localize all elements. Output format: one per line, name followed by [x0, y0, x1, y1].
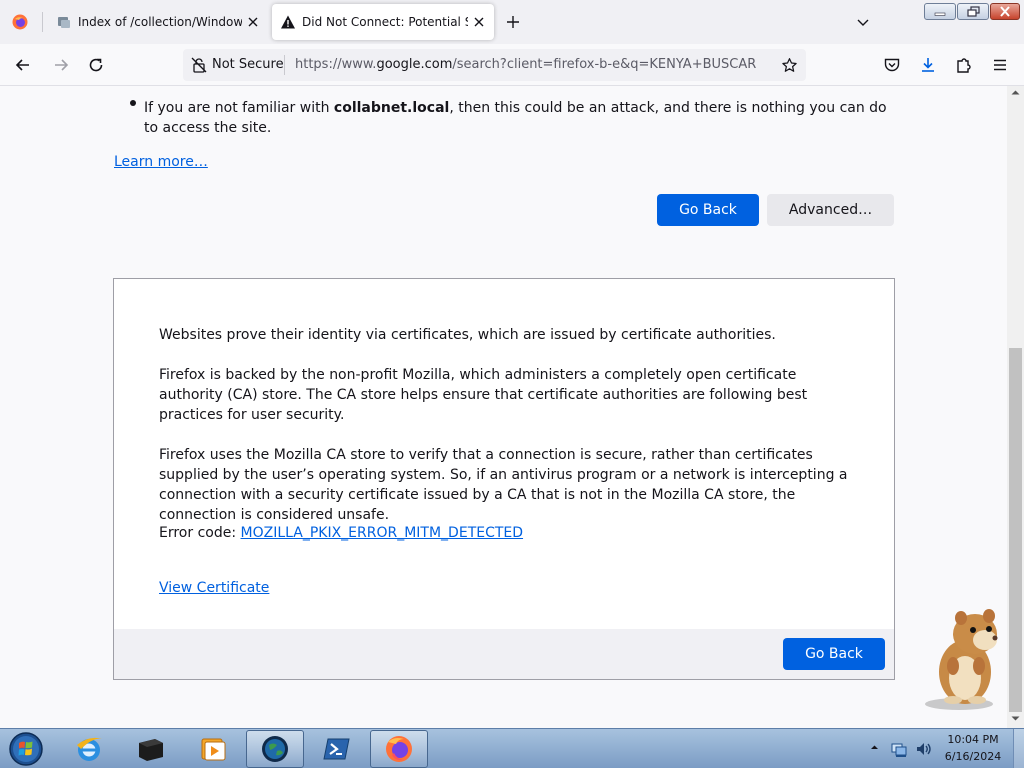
view-certificate-link[interactable]: View Certificate: [159, 580, 269, 596]
go-back-button[interactable]: Go Back: [657, 194, 759, 226]
reload-icon[interactable]: [87, 56, 105, 74]
url-prefix: https://www.: [295, 57, 377, 72]
insecure-lock-icon[interactable]: [191, 57, 207, 73]
vertical-scrollbar[interactable]: [1007, 86, 1024, 728]
globe-icon: [262, 736, 288, 762]
windows-start-orb-icon[interactable]: [6, 730, 46, 768]
taskbar-internet-explorer[interactable]: [60, 730, 118, 768]
close-icon[interactable]: [472, 15, 486, 29]
certificate-intro-paragraph: Websites prove their identity via certif…: [159, 327, 776, 343]
black-box-app-icon: [139, 739, 163, 761]
taskbar-powershell[interactable]: [308, 730, 366, 768]
tab-index-collection[interactable]: Index of /collection/Windows 8: [48, 4, 268, 40]
page-favicon-icon: [58, 17, 70, 28]
bullet-prefix: If you are not familiar with: [144, 100, 334, 116]
hamster-mascot-icon: [925, 609, 998, 710]
close-icon: [1000, 6, 1010, 17]
powershell-icon: [323, 738, 350, 760]
firefox-icon: [386, 736, 412, 762]
warning-icon: [281, 15, 295, 29]
internet-explorer-icon: [77, 737, 102, 761]
show-desktop-button[interactable]: [1013, 729, 1024, 768]
scrollbar-thumb[interactable]: [1009, 348, 1022, 712]
address-bar[interactable]: Not Secure https://www.google.com/search…: [183, 49, 806, 81]
scroll-up-arrow-icon[interactable]: [1011, 88, 1020, 97]
advanced-panel-footer: Go Back: [114, 629, 894, 679]
taskbar-media-player-black[interactable]: [122, 730, 180, 768]
firefox-icon[interactable]: [12, 14, 28, 30]
minimize-button[interactable]: [924, 3, 956, 20]
new-tab-plus-icon[interactable]: [505, 14, 521, 30]
error-page: If you are not familiar with collabnet.l…: [0, 86, 1007, 728]
tab-separator: [42, 12, 43, 32]
extensions-puzzle-icon[interactable]: [955, 56, 973, 74]
show-hidden-icons-arrow-icon[interactable]: [870, 743, 879, 752]
restore-icon: [967, 6, 980, 17]
url-domain: google.com: [376, 57, 453, 72]
chevron-down-icon[interactable]: [856, 15, 870, 29]
scroll-down-arrow-icon[interactable]: [1011, 714, 1020, 723]
network-icon[interactable]: [890, 740, 908, 758]
mitm-explanation-paragraph: Firefox uses the Mozilla CA store to ver…: [159, 447, 848, 523]
bullet-dot: [130, 100, 136, 106]
mozilla-ca-paragraph: Firefox is backed by the non-profit Mozi…: [159, 367, 808, 423]
url-path: /search?client=firefox-b-e&q=KENYA+BUSCA…: [452, 57, 757, 72]
close-icon[interactable]: [246, 15, 260, 29]
taskbar-firefox[interactable]: [370, 730, 428, 768]
restore-button[interactable]: [957, 3, 989, 20]
go-back-button[interactable]: Go Back: [783, 638, 885, 670]
clock-time[interactable]: 10:04 PM: [940, 733, 1006, 746]
error-code-label: Error code:: [159, 525, 241, 541]
tab-title: Index of /collection/Windows 8: [78, 15, 242, 29]
tab-did-not-connect[interactable]: Did Not Connect: Potential Security Issu…: [272, 4, 494, 40]
url-text[interactable]: https://www.google.com/search?client=fir…: [295, 57, 756, 72]
bookmark-star-icon[interactable]: [781, 57, 798, 74]
bullet-host: collabnet.local: [333, 100, 450, 116]
error-code-link[interactable]: MOZILLA_PKIX_ERROR_MITM_DETECTED: [241, 525, 524, 541]
advanced-button[interactable]: Advanced…: [767, 194, 894, 226]
clock-date[interactable]: 6/16/2024: [940, 750, 1006, 763]
volume-speaker-icon[interactable]: [915, 740, 933, 758]
navigation-toolbar: Not Secure https://www.google.com/search…: [0, 44, 1024, 86]
back-arrow-icon[interactable]: [14, 56, 32, 74]
taskbar-globe-app[interactable]: [246, 730, 304, 768]
minimize-icon: [934, 12, 946, 16]
tab-strip: Index of /collection/Windows 8 Did Not C…: [0, 0, 1024, 44]
error-code-line: Error code: MOZILLA_PKIX_ERROR_MITM_DETE…: [159, 525, 523, 541]
window-close-button[interactable]: [990, 3, 1020, 20]
downloads-icon[interactable]: [919, 56, 937, 74]
taskbar-windows-media-player[interactable]: [184, 730, 242, 768]
bullet-item: If you are not familiar with collabnet.l…: [144, 98, 904, 138]
url-separator: [284, 55, 285, 75]
not-secure-label[interactable]: Not Secure: [212, 57, 284, 72]
forward-arrow-icon[interactable]: [52, 56, 70, 74]
media-player-icon: [201, 738, 226, 761]
advanced-panel: Websites prove their identity via certif…: [113, 278, 895, 680]
learn-more-link[interactable]: Learn more…: [114, 154, 208, 170]
tab-title: Did Not Connect: Potential Security Issu…: [302, 15, 468, 29]
windows-taskbar: 10:04 PM 6/16/2024: [0, 728, 1024, 768]
pocket-icon[interactable]: [883, 56, 901, 74]
hamburger-menu-icon[interactable]: [991, 56, 1009, 74]
